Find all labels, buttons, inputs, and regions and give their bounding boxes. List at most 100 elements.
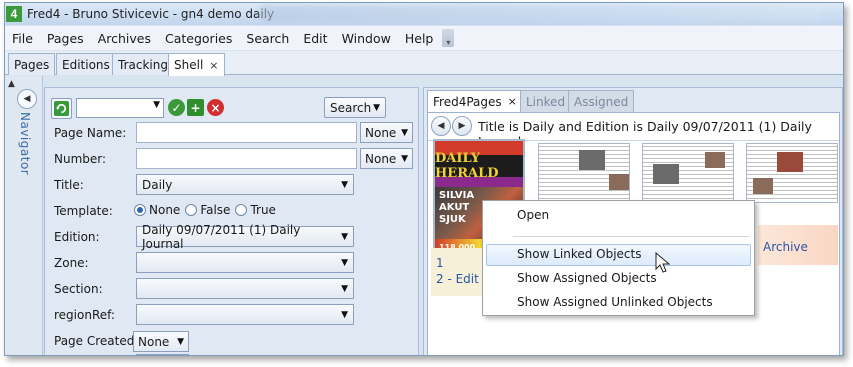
title-label: Title:: [54, 178, 84, 192]
menu-file[interactable]: File: [5, 31, 40, 46]
page-created-value: None: [138, 334, 170, 349]
tab-pages[interactable]: Pages: [8, 53, 56, 75]
page-created-combo[interactable]: None ▼: [133, 331, 189, 352]
thumb-photo: [653, 164, 679, 184]
context-menu-separator: [513, 236, 749, 237]
edition-combo[interactable]: Daily 09/07/2011 (1) Daily Journal ▼: [136, 223, 354, 251]
page-list-item[interactable]: 2 - Edit: [436, 272, 479, 286]
menu-archives[interactable]: Archives: [91, 31, 158, 46]
tab-linked[interactable]: Linked: [520, 90, 572, 112]
template-label: Template:: [54, 204, 113, 218]
page-name-label: Page Name:: [54, 126, 127, 140]
section-label: Section:: [54, 282, 103, 296]
navigator-back-icon[interactable]: ◀: [17, 89, 37, 109]
title-bar: 4 Fred4 - Bruno Stivicevic - gn4 demo da…: [5, 3, 843, 25]
number-input[interactable]: [136, 148, 357, 169]
chevron-down-icon: ▼: [341, 283, 348, 294]
saved-search-combo[interactable]: ▼: [76, 98, 164, 118]
nav-back-icon[interactable]: ◀: [431, 116, 451, 136]
tab-tracking[interactable]: Tracking: [112, 53, 174, 75]
tab-editions[interactable]: Editions: [56, 53, 116, 75]
window-title: Fred4 - Bruno Stivicevic - gn4 demo dail…: [27, 7, 275, 21]
region-ref-combo[interactable]: ▼: [136, 304, 354, 325]
template-none-radio[interactable]: [134, 204, 146, 216]
nav-forward-icon[interactable]: ▶: [452, 116, 472, 136]
main-tab-bar: Pages Editions Tracking Shell ×: [5, 51, 843, 76]
tab-tracking-label: Tracking: [118, 57, 168, 72]
add-plus-icon[interactable]: +: [187, 99, 204, 116]
paper-masthead: DAILY HERALD: [435, 151, 523, 181]
delete-x-icon[interactable]: ×: [207, 99, 224, 116]
page-created-label: Page Created:: [54, 334, 139, 348]
chevron-down-icon: ▼: [341, 231, 348, 242]
chevron-down-icon: ▼: [341, 179, 348, 190]
title-combo-value: Daily: [142, 177, 173, 192]
navigator-label[interactable]: Navigator: [18, 112, 32, 175]
context-menu-show-assigned-unlinked-objects[interactable]: Show Assigned Unlinked Objects: [517, 295, 713, 309]
refresh-icon: [54, 101, 69, 116]
template-none-label: None: [149, 203, 181, 217]
tab-fred4pages[interactable]: Fred4Pages ×: [427, 90, 523, 112]
menu-pages[interactable]: Pages: [40, 31, 91, 46]
template-true-label: True: [250, 203, 276, 217]
chevron-down-icon: ▼: [373, 102, 380, 113]
refresh-button[interactable]: [51, 98, 72, 119]
page-list-item[interactable]: 1: [436, 256, 444, 270]
context-menu: Open Show Linked Objects Show Assigned O…: [482, 200, 755, 316]
apply-check-icon[interactable]: ✓: [168, 99, 185, 116]
menu-categories[interactable]: Categories: [158, 31, 239, 46]
title-bar-blurred-area: [260, 5, 820, 23]
search-toolbar: ▼ ✓ + × Search ▼: [45, 88, 418, 122]
page-thumbnail[interactable]: [642, 143, 734, 203]
page-name-operator-combo[interactable]: None ▼: [360, 122, 413, 143]
context-menu-show-assigned-objects[interactable]: Show Assigned Objects: [517, 271, 657, 285]
menu-window[interactable]: Window: [335, 31, 398, 46]
search-panel: ▼ ✓ + × Search ▼ Page Name: None ▼ Number…: [44, 87, 419, 355]
app-icon: 4: [6, 6, 22, 22]
search-button-label: Search: [330, 100, 372, 115]
region-ref-label: regionRef:: [54, 308, 115, 322]
menu-search[interactable]: Search: [239, 31, 296, 46]
tab-shell-close-icon[interactable]: ×: [209, 59, 218, 72]
edition-combo-value: Daily 09/07/2011 (1) Daily Journal: [142, 222, 301, 251]
page-name-input[interactable]: [136, 122, 357, 143]
tab-linked-label: Linked: [526, 94, 566, 109]
template-false-radio[interactable]: [185, 204, 198, 216]
tab-fred4pages-label: Fred4Pages: [433, 94, 502, 109]
collapse-up-icon[interactable]: ▲: [8, 79, 15, 89]
number-operator-combo[interactable]: None ▼: [360, 148, 413, 169]
next-field-combo[interactable]: [136, 354, 189, 355]
menu-bar: File Pages Archives Categories Search Ed…: [5, 26, 843, 50]
mouse-cursor-icon: [655, 252, 671, 273]
context-menu-open[interactable]: Open: [517, 208, 549, 222]
chevron-down-icon: ▼: [401, 127, 408, 138]
chevron-down-icon: ▼: [177, 336, 184, 347]
template-false-label: False: [200, 203, 231, 217]
tab-assigned-label: Assigned: [574, 94, 629, 109]
edition-label: Edition:: [54, 230, 100, 244]
zone-label: Zone:: [54, 256, 89, 270]
section-combo[interactable]: ▼: [136, 278, 354, 299]
tab-shell[interactable]: Shell ×: [168, 53, 225, 76]
thumb-photo: [609, 174, 629, 190]
context-menu-show-linked-objects[interactable]: Show Linked Objects: [517, 247, 642, 261]
chevron-down-icon: ▼: [341, 309, 348, 320]
search-button[interactable]: Search ▼: [324, 97, 386, 118]
thumb-photo: [579, 150, 605, 170]
thumb-photo: [753, 178, 773, 194]
template-true-radio[interactable]: [235, 204, 248, 216]
menu-edit[interactable]: Edit: [296, 31, 334, 46]
tab-pages-label: Pages: [14, 57, 50, 72]
navigator-strip: ▲ ◀ Navigator: [5, 76, 43, 355]
toolbar-grip-icon[interactable]: ▾: [442, 29, 455, 47]
tab-fred4pages-close-icon[interactable]: ×: [508, 95, 517, 108]
zone-combo[interactable]: ▼: [136, 252, 354, 273]
title-combo[interactable]: Daily ▼: [136, 174, 354, 195]
page-thumbnail[interactable]: [538, 143, 630, 203]
tab-assigned[interactable]: Assigned: [568, 90, 635, 112]
menu-help[interactable]: Help: [398, 31, 441, 46]
archive-link[interactable]: Archive: [763, 240, 808, 254]
thumb-photo: [705, 152, 725, 168]
chevron-down-icon: ▼: [153, 100, 160, 110]
page-thumbnail[interactable]: [746, 143, 838, 203]
